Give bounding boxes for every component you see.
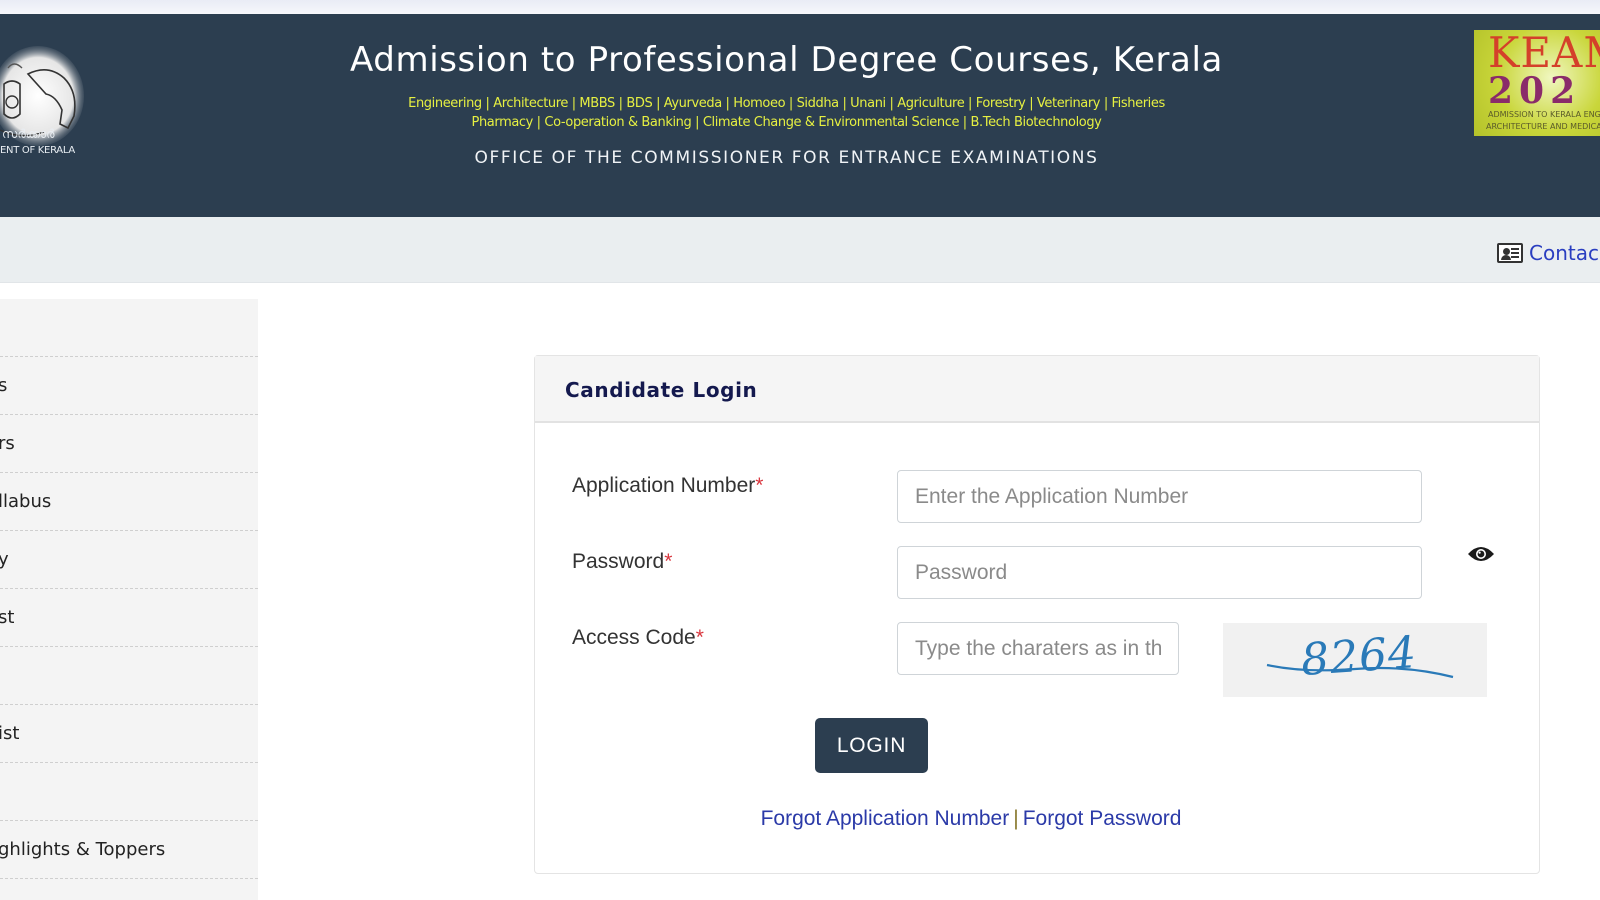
application-number-input[interactable] [897,470,1422,523]
sidebar-item[interactable] [0,647,258,705]
password-input[interactable] [897,546,1422,599]
candidate-login-card: Candidate Login Application Number* Pass… [534,355,1540,874]
card-header: Candidate Login [535,356,1539,423]
keam-logo: KEAM 202 ADMISSION TO KERALA ENGIN ARCHI… [1474,30,1600,136]
sidebar-item-label: ist [0,723,20,744]
office-subtitle: OFFICE OF THE COMMISSIONER FOR ENTRANCE … [474,148,1099,168]
sidebar-item[interactable]: st [0,589,258,647]
access-code-label: Access Code* [572,626,704,649]
sidebar-item[interactable]: llabus [0,473,258,531]
sidebar-item-label: llabus [0,491,52,512]
login-button[interactable]: LOGIN [815,718,928,773]
forgot-application-number-link[interactable]: Forgot Application Number [761,807,1010,830]
captcha-text: 8264 [1299,627,1419,686]
required-mark: * [664,550,673,573]
sidebar-item-label: st [0,607,15,628]
sidebar-item-label: s [0,375,7,396]
sidebar-item[interactable]: ghlights & Toppers [0,821,258,879]
sidebar-menu: s rs llabus y st ist ghlights & Toppers [0,299,258,900]
sidebar-item[interactable]: ist [0,705,258,763]
courses-list-line1: Engineering | Architecture | MBBS | BDS … [408,96,1165,111]
site-header: സർക്കാർ ENT OF KERALA Admission to Profe… [0,14,1600,217]
required-mark: * [755,474,764,497]
browser-top-strip [0,0,1600,14]
keam-logo-caption1: ADMISSION TO KERALA ENGIN [1488,110,1600,119]
access-code-input[interactable] [897,622,1179,675]
top-navbar: Contac [0,217,1600,283]
keam-logo-caption2: ARCHITECTURE AND MEDICAL [1486,122,1600,131]
sidebar-item[interactable] [0,763,258,821]
sidebar-item[interactable]: s [0,357,258,415]
card-title: Candidate Login [565,378,758,402]
link-separator: | [1013,807,1019,830]
sidebar-item[interactable]: y [0,531,258,589]
site-title: Admission to Professional Degree Courses… [350,40,1223,80]
required-mark: * [695,626,704,649]
forgot-password-link[interactable]: Forgot Password [1023,807,1182,830]
show-password-eye-icon[interactable] [1467,545,1495,563]
contact-label: Contac [1529,241,1599,265]
captcha-image: 8264 [1223,623,1487,697]
sidebar-item-label: ghlights & Toppers [0,839,166,860]
sidebar-item[interactable]: rs [0,415,258,473]
sidebar-item-label: y [0,549,9,570]
courses-list-line2: Pharmacy | Co-operation & Banking | Clim… [471,115,1102,130]
sidebar-item[interactable] [0,299,258,357]
forgot-links: Forgot Application Number | Forgot Passwor… [535,807,1407,831]
password-label: Password* [572,550,673,573]
application-number-label: Application Number* [572,474,764,497]
contact-link[interactable]: Contac [1497,241,1599,265]
sidebar-item-label: rs [0,433,15,454]
keam-logo-year: 202 [1488,70,1582,112]
contact-card-icon [1497,243,1523,263]
